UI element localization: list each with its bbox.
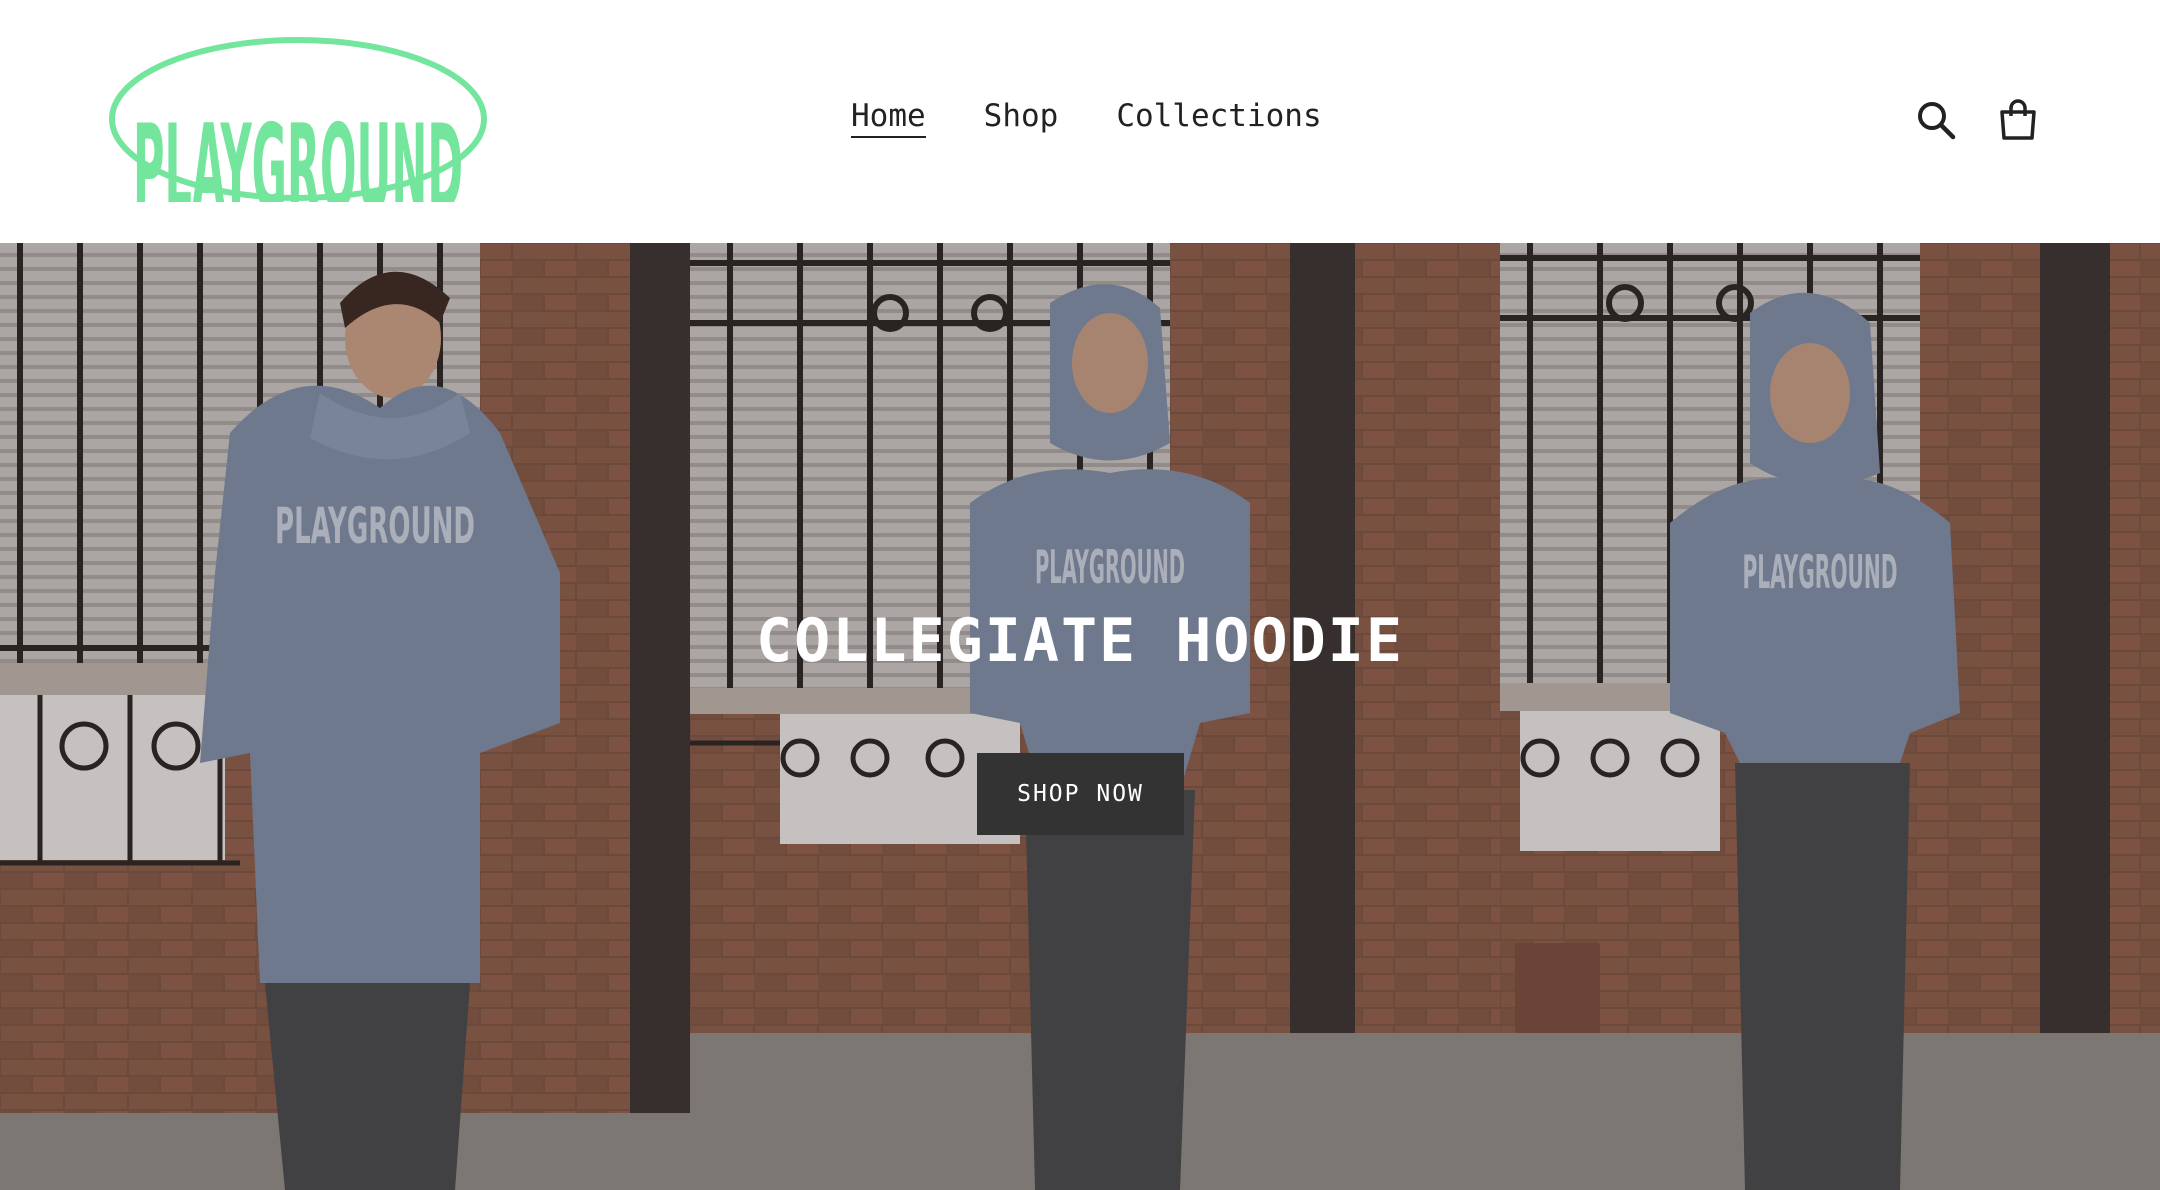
hero-banner: PLAYGROUND PLAYGROUND PLAYGROUND COLLEGI… — [0, 243, 2160, 1190]
logo-text: PLAYGROUND — [133, 100, 463, 202]
hero-title: COLLEGIATE HOODIE — [755, 606, 1405, 676]
main-nav: Home Shop Collections — [851, 98, 1322, 138]
header-actions — [1914, 98, 2040, 142]
playground-logo-icon: PLAYGROUND — [109, 37, 487, 202]
shop-now-button[interactable]: SHOP NOW — [977, 753, 1184, 835]
nav-collections[interactable]: Collections — [1116, 98, 1321, 138]
brand-logo[interactable]: PLAYGROUND — [108, 36, 488, 202]
cart-icon[interactable] — [1996, 98, 2040, 142]
search-icon[interactable] — [1914, 98, 1958, 142]
nav-home[interactable]: Home — [851, 98, 926, 138]
hero-overlay — [0, 243, 2160, 1190]
nav-shop[interactable]: Shop — [984, 98, 1059, 138]
site-header: PLAYGROUND Home Shop Collections — [0, 0, 2160, 243]
